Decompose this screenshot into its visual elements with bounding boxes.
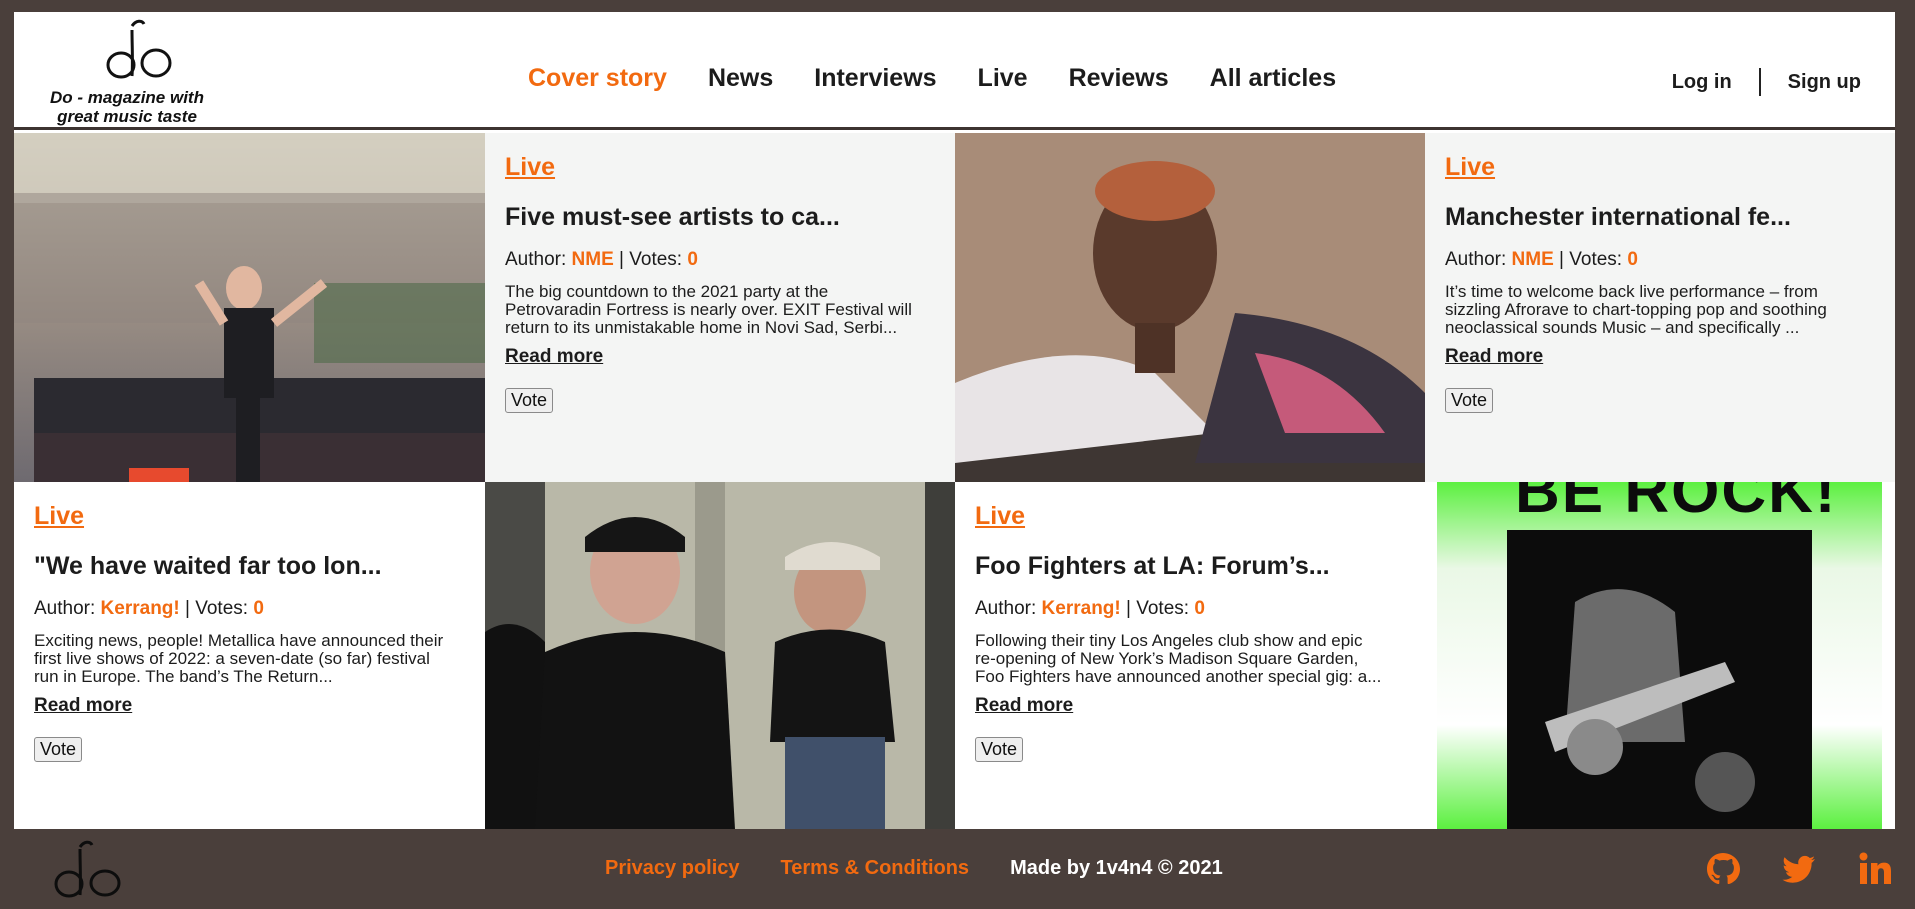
article-image-band[interactable] — [485, 482, 955, 829]
social-links — [1665, 851, 1893, 887]
article-excerpt: The big countdown to the 2021 party at t… — [505, 282, 912, 337]
author-label: Author: — [34, 598, 101, 619]
votes-label: | Votes: — [613, 249, 688, 270]
vote-button[interactable]: Vote — [975, 737, 1024, 762]
article-meta: Author: NME | Votes: 0 — [1445, 249, 1875, 271]
read-more-link[interactable]: Read more — [34, 695, 132, 717]
logo-icon[interactable] — [50, 839, 130, 905]
copyright-text: Made by 1v4n4 © 2021 — [1010, 857, 1223, 879]
poster-image — [1437, 482, 1882, 829]
votes-label: | Votes: — [179, 598, 254, 619]
article-excerpt: Following their tiny Los Angeles club sh… — [975, 631, 1382, 686]
nav-interviews[interactable]: Interviews — [814, 64, 936, 93]
portrait-photo — [955, 133, 1425, 482]
brand-tagline: Do - magazine with great music taste — [50, 88, 204, 126]
article-title[interactable]: Manchester international fe... — [1445, 203, 1875, 232]
vote-button[interactable]: Vote — [34, 737, 83, 762]
article-author[interactable]: Kerrang! — [1042, 598, 1121, 619]
article-title[interactable]: Five must-see artists to ca... — [505, 203, 935, 232]
read-more-link[interactable]: Read more — [975, 695, 1073, 717]
auth-links: Log in Sign up — [1672, 68, 1861, 96]
signup-link[interactable]: Sign up — [1788, 71, 1861, 94]
article-votes: 0 — [253, 598, 264, 619]
author-label: Author: — [975, 598, 1042, 619]
read-more-link[interactable]: Read more — [1445, 346, 1543, 368]
article-meta: Author: Kerrang! | Votes: 0 — [34, 598, 465, 620]
band-photo — [485, 482, 955, 829]
article-excerpt: Exciting news, people! Metallica have an… — [34, 631, 444, 686]
article-card: Live Manchester international fe... Auth… — [1425, 133, 1895, 482]
author-label: Author: — [505, 249, 572, 270]
author-label: Author: — [1445, 249, 1512, 270]
article-card: Live Five must-see artists to ca... Auth… — [485, 133, 955, 482]
poster-headline: BE ROCK! — [1515, 482, 1838, 526]
article-category-link[interactable]: Live — [1445, 153, 1495, 182]
article-image-portrait[interactable] — [955, 133, 1425, 482]
logo-icon — [106, 19, 172, 79]
article-card: Live Foo Fighters at LA: Forum’s... Auth… — [955, 482, 1425, 829]
article-category-link[interactable]: Live — [505, 153, 555, 182]
privacy-policy-link[interactable]: Privacy policy — [605, 857, 740, 880]
article-card: Live "We have waited far too lon... Auth… — [14, 482, 485, 829]
votes-label: | Votes: — [1120, 598, 1195, 619]
auth-divider — [1758, 68, 1761, 96]
nav-live[interactable]: Live — [978, 64, 1028, 93]
article-image-festival[interactable] — [14, 133, 485, 482]
brand[interactable]: Do - magazine with great music taste — [32, 16, 222, 128]
site-footer: Privacy policy Terms & Conditions Made b… — [14, 829, 1895, 909]
article-author[interactable]: NME — [572, 249, 614, 270]
terms-link[interactable]: Terms & Conditions — [781, 857, 970, 880]
article-grid: Live Five must-see artists to ca... Auth… — [14, 133, 1895, 829]
github-icon[interactable] — [1705, 851, 1741, 887]
vote-button[interactable]: Vote — [1445, 388, 1494, 413]
site-header: Do - magazine with great music taste Cov… — [14, 12, 1895, 130]
article-title[interactable]: Foo Fighters at LA: Forum’s... — [975, 552, 1405, 581]
article-meta: Author: NME | Votes: 0 — [505, 249, 935, 271]
votes-label: | Votes: — [1553, 249, 1628, 270]
article-excerpt: It’s time to welcome back live performan… — [1445, 282, 1827, 337]
article-image-poster[interactable]: BE ROCK! — [1425, 482, 1895, 829]
login-link[interactable]: Log in — [1672, 71, 1732, 94]
article-meta: Author: Kerrang! | Votes: 0 — [975, 598, 1405, 620]
nav-cover-story[interactable]: Cover story — [528, 64, 667, 93]
twitter-icon[interactable] — [1781, 851, 1817, 887]
article-votes: 0 — [1627, 249, 1638, 270]
article-votes: 0 — [687, 249, 698, 270]
article-category-link[interactable]: Live — [975, 502, 1025, 531]
article-votes: 0 — [1194, 598, 1205, 619]
article-category-link[interactable]: Live — [34, 502, 84, 531]
article-title[interactable]: "We have waited far too lon... — [34, 552, 465, 581]
read-more-link[interactable]: Read more — [505, 346, 603, 368]
main-nav: Cover story News Interviews Live Reviews… — [528, 64, 1377, 93]
footer-links: Privacy policy Terms & Conditions Made b… — [605, 857, 1223, 880]
vote-button[interactable]: Vote — [505, 388, 554, 413]
article-author[interactable]: Kerrang! — [101, 598, 180, 619]
nav-all-articles[interactable]: All articles — [1210, 64, 1336, 93]
linkedin-icon[interactable] — [1857, 851, 1893, 887]
app-window: Do - magazine with great music taste Cov… — [14, 12, 1895, 909]
festival-photo — [14, 133, 485, 482]
nav-news[interactable]: News — [708, 64, 773, 93]
nav-reviews[interactable]: Reviews — [1069, 64, 1169, 93]
article-author[interactable]: NME — [1512, 249, 1554, 270]
